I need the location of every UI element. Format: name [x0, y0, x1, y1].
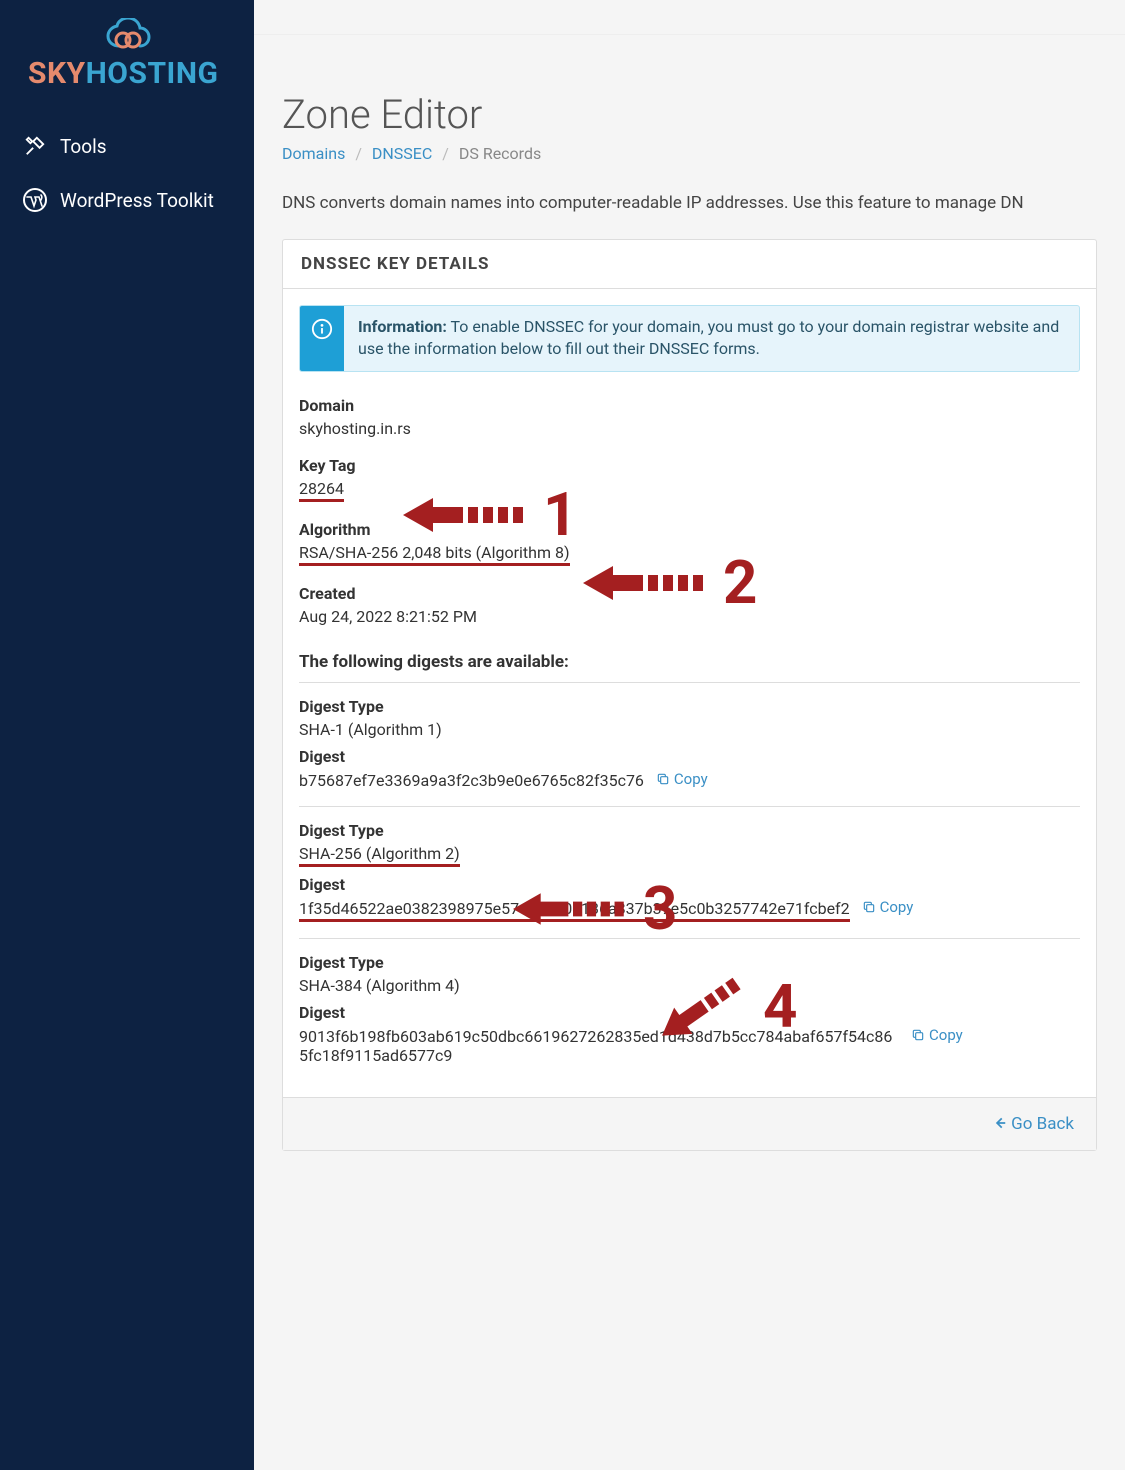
breadcrumb-domains[interactable]: Domains: [282, 144, 345, 163]
domain-field: Domain skyhosting.in.rs: [299, 396, 1080, 438]
created-field: Created Aug 24, 2022 8:21:52 PM: [299, 584, 1080, 626]
logo-host: HOSTING: [86, 56, 219, 91]
digest-block-sha256: Digest Type SHA-256 (Algorithm 2) Digest…: [299, 806, 1080, 938]
copy-button[interactable]: Copy: [911, 1026, 963, 1044]
page-description: DNS converts domain names into computer-…: [254, 183, 1125, 239]
page-title: Zone Editor: [282, 91, 1097, 138]
algorithm-field: Algorithm RSA/SHA-256 2,048 bits (Algori…: [299, 520, 1080, 566]
copy-button[interactable]: Copy: [862, 898, 914, 916]
copy-button[interactable]: Copy: [656, 770, 708, 788]
digests-title: The following digests are available:: [299, 652, 1080, 672]
wordpress-icon: [22, 187, 48, 213]
main-content: Zone Editor Domains / DNSSEC / DS Record…: [254, 0, 1125, 1470]
page-header: Zone Editor Domains / DNSSEC / DS Record…: [254, 34, 1125, 183]
breadcrumb-dnssec[interactable]: DNSSEC: [372, 144, 432, 163]
digest-block-sha384: Digest Type SHA-384 (Algorithm 4) Digest…: [299, 938, 1080, 1081]
panel-footer: Go Back: [283, 1097, 1096, 1150]
go-back-link[interactable]: Go Back: [993, 1114, 1074, 1134]
panel-heading: DNSSEC KEY DETAILS: [283, 240, 1096, 289]
sidebar: SKYHOSTING Tools WordPress Toolkit: [0, 0, 254, 1470]
sidebar-item-tools[interactable]: Tools: [0, 119, 254, 173]
breadcrumb-current: DS Records: [459, 144, 541, 163]
keytag-field: Key Tag 28264: [299, 456, 1080, 502]
cloud-icon: [28, 18, 230, 54]
sidebar-item-wordpress[interactable]: WordPress Toolkit: [0, 173, 254, 227]
panel-body: Information: To enable DNSSEC for your d…: [283, 289, 1096, 1097]
digest-block-sha1: Digest Type SHA-1 (Algorithm 1) Digest b…: [299, 682, 1080, 806]
dnssec-panel: DNSSEC KEY DETAILS Information: To enabl…: [282, 239, 1097, 1151]
sidebar-item-label: WordPress Toolkit: [60, 189, 214, 212]
info-box: Information: To enable DNSSEC for your d…: [299, 305, 1080, 372]
info-text: Information: To enable DNSSEC for your d…: [344, 306, 1079, 371]
logo-sky: SKY: [28, 56, 86, 91]
info-icon: [300, 306, 344, 371]
tools-icon: [22, 133, 48, 159]
breadcrumb: Domains / DNSSEC / DS Records: [282, 144, 1097, 163]
sidebar-item-label: Tools: [60, 135, 107, 158]
logo: SKYHOSTING: [0, 0, 254, 119]
